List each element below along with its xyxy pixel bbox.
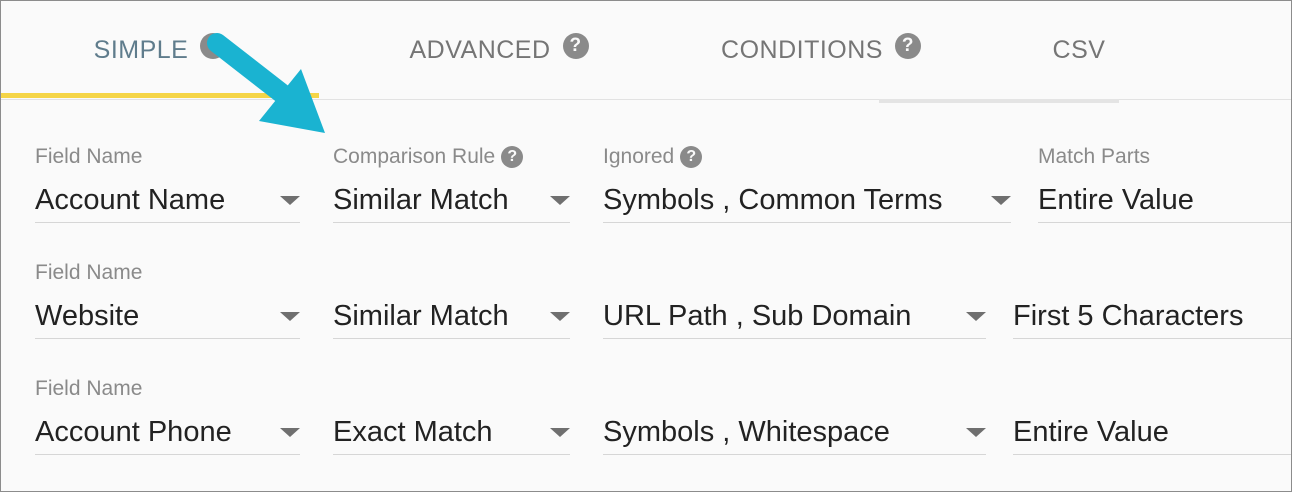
ignored-label: Ignored ? (603, 144, 1011, 170)
comparison-rule-value: Similar Match (333, 183, 509, 216)
ignored-label-text: Ignored (603, 145, 675, 168)
ignored-select[interactable]: Symbols , Common Terms (603, 178, 1011, 223)
match-parts-select[interactable]: Entire Value (1013, 410, 1291, 455)
caret-down-icon (550, 196, 570, 205)
match-parts-value: Entire Value (1013, 415, 1169, 448)
caret-down-icon (550, 428, 570, 437)
ignored-value: URL Path , Sub Domain (603, 299, 912, 332)
tab-hover-indicator (879, 99, 1119, 103)
match-parts-1: Match Parts Entire Value (1038, 144, 1291, 223)
caret-down-icon (280, 312, 300, 321)
comparison-rule-label-text: Comparison Rule (333, 145, 496, 168)
ignored-select[interactable]: Symbols , Whitespace (603, 410, 986, 455)
dedupe-rules-panel: SIMPLE ? ADVANCED ? CONDITIONS ? CSV Fie… (0, 0, 1292, 492)
tab-csv-label: CSV (1052, 35, 1106, 64)
tab-advanced[interactable]: ADVANCED ? (339, 1, 659, 99)
tab-advanced-label: ADVANCED (409, 35, 551, 64)
field-name-label: Field Name (35, 377, 143, 400)
field-name-label: Field Name (35, 145, 143, 168)
ignored-value: Symbols , Whitespace (603, 415, 890, 448)
field-name-value: Account Name (35, 183, 226, 216)
tab-simple-label: SIMPLE (93, 35, 189, 64)
field-name-3: Field Name Account Phone (35, 376, 300, 455)
field-name-2: Field Name Website (35, 260, 300, 339)
match-parts-select[interactable]: Entire Value (1038, 178, 1291, 223)
caret-down-icon (966, 428, 986, 437)
ignored-value: Symbols , Common Terms (603, 183, 943, 216)
question-circle-icon[interactable]: ? (200, 33, 227, 59)
field-name-label: Field Name (35, 261, 143, 284)
ignored-select[interactable]: URL Path , Sub Domain (603, 294, 986, 339)
question-circle-icon[interactable]: ? (894, 33, 921, 59)
comparison-rule-select[interactable]: Similar Match (333, 178, 570, 223)
caret-down-icon (966, 312, 986, 321)
comparison-rule-label: Comparison Rule ? (333, 144, 570, 170)
tab-conditions[interactable]: CONDITIONS ? (661, 1, 981, 99)
question-circle-icon[interactable]: ? (501, 146, 524, 168)
comparison-rule-value: Similar Match (333, 299, 509, 332)
match-parts-label: Match Parts (1038, 145, 1151, 168)
comparison-rule-value: Exact Match (333, 415, 493, 448)
caret-down-icon (280, 196, 300, 205)
field-name-value: Account Phone (35, 415, 232, 448)
tab-conditions-label: CONDITIONS (721, 35, 883, 64)
match-parts-value: First 5 Characters (1013, 299, 1244, 332)
tab-simple[interactable]: SIMPLE ? (1, 1, 319, 99)
field-name-select[interactable]: Account Name (35, 178, 300, 223)
match-parts-value: Entire Value (1038, 183, 1194, 216)
field-name-1: Field Name Account Name (35, 144, 300, 223)
caret-down-icon (991, 196, 1011, 205)
match-parts-select[interactable]: First 5 Characters (1013, 294, 1291, 339)
active-tab-indicator (1, 93, 319, 98)
field-name-select[interactable]: Website (35, 294, 300, 339)
field-name-value: Website (35, 299, 140, 332)
caret-down-icon (280, 428, 300, 437)
comparison-rule-1: Comparison Rule ? Similar Match (333, 144, 570, 223)
comparison-rule-select[interactable]: Similar Match (333, 294, 570, 339)
question-circle-icon[interactable]: ? (680, 146, 703, 168)
tab-bar: SIMPLE ? ADVANCED ? CONDITIONS ? CSV (1, 1, 1291, 100)
comparison-rule-select[interactable]: Exact Match (333, 410, 570, 455)
caret-down-icon (550, 312, 570, 321)
tab-csv[interactable]: CSV (981, 1, 1177, 99)
ignored-1: Ignored ? Symbols , Common Terms (603, 144, 1011, 223)
field-name-select[interactable]: Account Phone (35, 410, 300, 455)
question-circle-icon[interactable]: ? (562, 33, 589, 59)
